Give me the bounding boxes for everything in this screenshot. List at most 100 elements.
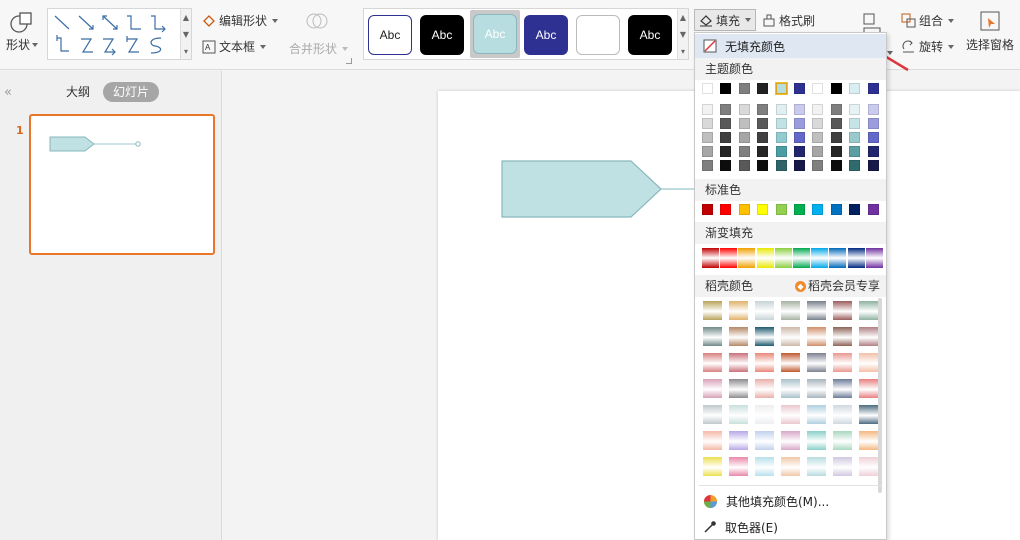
theme-color-swatch[interactable]: [830, 83, 842, 94]
docer-color-swatch[interactable]: [703, 379, 722, 398]
docer-color-swatch[interactable]: [833, 405, 852, 424]
theme-shade-swatch[interactable]: [775, 160, 787, 171]
more-fill-colors-item[interactable]: 其他填充颜色(M)...: [695, 489, 886, 513]
theme-color-swatch[interactable]: [738, 83, 750, 94]
docer-color-swatch[interactable]: [755, 353, 774, 372]
merge-shape-button[interactable]: 合并形状: [289, 40, 349, 57]
theme-shade-swatch[interactable]: [812, 146, 824, 157]
theme-shade-swatch[interactable]: [720, 118, 732, 129]
shape-style-gallery[interactable]: Abc Abc Abc Abc Abc ▲ ▼ ▾: [363, 8, 689, 60]
theme-shade-swatch[interactable]: [812, 104, 824, 115]
docer-color-swatch[interactable]: [781, 405, 800, 424]
standard-color-swatch[interactable]: [702, 204, 713, 215]
theme-shade-swatch[interactable]: [830, 160, 842, 171]
tab-outline[interactable]: 大纲: [66, 83, 90, 100]
standard-color-swatch[interactable]: [849, 204, 861, 215]
style-gallery-scrollbar[interactable]: ▲ ▼ ▾: [677, 9, 688, 59]
docer-color-swatch[interactable]: [859, 431, 878, 450]
theme-shade-swatch[interactable]: [867, 118, 879, 129]
theme-color-swatch[interactable]: [720, 83, 732, 94]
theme-shade-swatch[interactable]: [830, 132, 842, 143]
docer-color-swatch[interactable]: [781, 379, 800, 398]
docer-color-swatch[interactable]: [703, 431, 722, 450]
docer-color-swatch[interactable]: [807, 379, 826, 398]
docer-color-swatch[interactable]: [833, 353, 852, 372]
docer-color-swatch[interactable]: [833, 301, 852, 320]
standard-color-swatch[interactable]: [757, 204, 769, 215]
docer-scrollbar[interactable]: [878, 298, 882, 493]
docer-color-swatch[interactable]: [729, 353, 748, 372]
standard-color-swatch[interactable]: [794, 204, 805, 215]
theme-shade-swatch[interactable]: [738, 132, 750, 143]
docer-color-swatch[interactable]: [703, 301, 722, 320]
docer-color-swatch[interactable]: [781, 431, 800, 450]
theme-color-swatch[interactable]: [702, 83, 713, 94]
theme-shade-swatch[interactable]: [720, 132, 732, 143]
gradient-swatch[interactable]: [702, 248, 719, 268]
docer-color-swatch[interactable]: [781, 327, 800, 346]
theme-shade-swatch[interactable]: [702, 118, 713, 129]
gradient-swatch[interactable]: [720, 248, 738, 268]
theme-shade-swatch[interactable]: [738, 146, 750, 157]
docer-color-swatch[interactable]: [833, 457, 852, 476]
docer-color-swatch[interactable]: [755, 379, 774, 398]
theme-shade-swatch[interactable]: [849, 160, 861, 171]
docer-color-swatch[interactable]: [729, 379, 748, 398]
theme-shade-swatch[interactable]: [830, 146, 842, 157]
theme-color-swatch[interactable]: [849, 83, 861, 94]
theme-shade-swatch[interactable]: [849, 104, 861, 115]
theme-shade-swatch[interactable]: [867, 160, 879, 171]
theme-shade-swatch[interactable]: [867, 104, 879, 115]
collapse-panel-icon[interactable]: «: [4, 85, 12, 100]
gradient-swatch[interactable]: [829, 248, 847, 268]
docer-color-swatch[interactable]: [755, 457, 774, 476]
docer-member-link[interactable]: ◆ 稻壳会员专享: [794, 275, 880, 297]
theme-shade-swatch[interactable]: [757, 118, 769, 129]
format-painter-button[interactable]: 格式刷: [762, 12, 815, 29]
theme-shade-swatch[interactable]: [775, 118, 787, 129]
theme-shade-swatch[interactable]: [794, 118, 805, 129]
theme-shade-swatch[interactable]: [812, 160, 824, 171]
theme-shade-swatch[interactable]: [702, 104, 713, 115]
gradient-swatch[interactable]: [811, 248, 829, 268]
slide-thumbnail[interactable]: [29, 114, 215, 255]
docer-color-swatch[interactable]: [859, 353, 878, 372]
docer-color-swatch[interactable]: [859, 405, 878, 424]
eyedropper-item[interactable]: 取色器(E): [695, 515, 886, 539]
theme-shade-swatch[interactable]: [812, 132, 824, 143]
no-fill-item[interactable]: 无填充颜色: [695, 34, 886, 58]
theme-shade-swatch[interactable]: [830, 118, 842, 129]
theme-shade-swatch[interactable]: [702, 160, 713, 171]
theme-shade-swatch[interactable]: [757, 146, 769, 157]
style-tile-5[interactable]: [576, 15, 620, 55]
docer-color-swatch[interactable]: [781, 457, 800, 476]
standard-color-swatch[interactable]: [867, 204, 879, 215]
theme-shade-swatch[interactable]: [702, 146, 713, 157]
style-tile-4[interactable]: Abc: [524, 15, 568, 55]
docer-color-swatch[interactable]: [703, 327, 722, 346]
theme-shade-swatch[interactable]: [849, 118, 861, 129]
docer-color-swatch[interactable]: [703, 353, 722, 372]
theme-shade-swatch[interactable]: [757, 104, 769, 115]
theme-shade-swatch[interactable]: [757, 160, 769, 171]
theme-shade-swatch[interactable]: [702, 132, 713, 143]
gradient-swatch[interactable]: [847, 248, 865, 268]
theme-shade-swatch[interactable]: [830, 104, 842, 115]
theme-shade-swatch[interactable]: [794, 146, 805, 157]
style-tile-3-selected[interactable]: Abc: [470, 10, 520, 58]
docer-color-swatch[interactable]: [859, 379, 878, 398]
gradient-swatch[interactable]: [793, 248, 810, 268]
docer-color-swatch[interactable]: [859, 327, 878, 346]
style-tile-6[interactable]: Abc: [628, 15, 672, 55]
standard-color-swatch[interactable]: [738, 204, 750, 215]
docer-color-swatch[interactable]: [807, 327, 826, 346]
theme-color-swatch[interactable]: [812, 83, 824, 94]
gradient-swatch[interactable]: [865, 248, 883, 268]
theme-shade-swatch[interactable]: [849, 132, 861, 143]
theme-shade-swatch[interactable]: [775, 146, 787, 157]
docer-color-swatch[interactable]: [755, 431, 774, 450]
group-expand-icon[interactable]: [346, 58, 352, 64]
theme-shade-swatch[interactable]: [720, 104, 732, 115]
docer-color-swatch[interactable]: [781, 301, 800, 320]
theme-shade-swatch[interactable]: [794, 160, 805, 171]
